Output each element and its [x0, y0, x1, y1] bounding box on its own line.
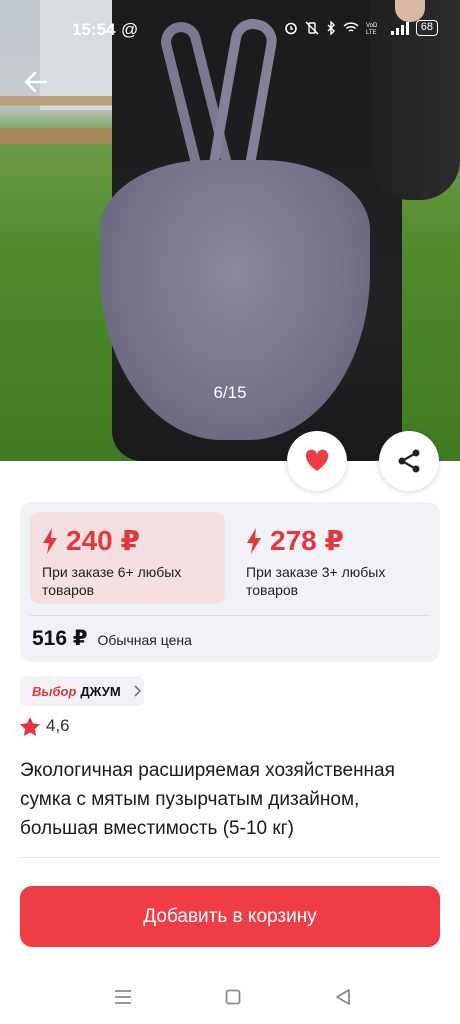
choice-badge[interactable]: Выбор ДЖУМ — [20, 676, 144, 706]
svg-text:LTE: LTE — [366, 30, 377, 35]
nav-back-button[interactable] — [328, 984, 358, 1010]
tier-price: 240 ₽ — [42, 524, 213, 557]
product-title: Экологичная расширяемая хозяйственная су… — [20, 760, 395, 839]
status-icons: VoD LTE 68 — [284, 20, 438, 36]
alarm-icon — [284, 22, 297, 35]
regular-price-value: 516 ₽ — [32, 627, 88, 650]
signal-icon — [390, 21, 409, 35]
system-nav-bar — [0, 970, 460, 1024]
heart-icon — [305, 449, 329, 471]
home-square-icon — [225, 989, 241, 1005]
regular-price: 516 ₽ Обычная цена — [32, 626, 192, 651]
lightning-icon — [43, 527, 57, 554]
tier-price-value: 278 ₽ — [270, 525, 344, 556]
add-to-cart-button[interactable]: Добавить в корзину — [20, 886, 440, 947]
svg-text:VoD: VoD — [366, 23, 378, 29]
badge-brand-text: ДЖУМ — [80, 683, 121, 699]
status-at-icon: @ — [121, 20, 139, 39]
back-arrow-icon — [24, 71, 48, 93]
product-page: 15:54 @ VoD LTE 68 6/15 240 ₽ При заказе … — [0, 0, 460, 1024]
menu-icon — [115, 990, 131, 1004]
tier-price-value: 240 ₽ — [66, 525, 140, 556]
volte-icon: VoDLTE — [366, 23, 378, 35]
star-icon — [20, 716, 40, 736]
rating[interactable]: 4,6 — [20, 716, 70, 736]
badge-choice-text: Выбор — [32, 683, 77, 699]
nav-home-button[interactable] — [218, 984, 248, 1010]
back-triangle-icon — [336, 989, 350, 1005]
rating-value: 4,6 — [46, 716, 70, 735]
back-button[interactable] — [20, 66, 52, 98]
bluetooth-icon — [327, 21, 335, 35]
lightning-icon — [247, 527, 261, 554]
tier-description: При заказе 3+ любых товаров — [246, 564, 386, 598]
chevron-right-icon — [134, 685, 141, 697]
favorite-button[interactable] — [287, 431, 347, 491]
price-tier-3plus[interactable]: 278 ₽ При заказе 3+ любых товаров — [234, 512, 430, 604]
price-tier-6plus[interactable]: 240 ₽ При заказе 6+ любых товаров — [30, 512, 225, 604]
price-card: 240 ₽ При заказе 6+ любых товаров 278 ₽ … — [20, 502, 440, 662]
tier-description: При заказе 6+ любых товаров — [42, 564, 182, 598]
status-time: 15:54 — [72, 20, 116, 39]
wifi-icon — [343, 22, 359, 32]
share-icon — [398, 449, 420, 473]
status-bar: 15:54 @ VoD LTE 68 — [0, 0, 460, 60]
vibrate-off-icon — [305, 21, 319, 35]
tier-price: 278 ₽ — [246, 524, 418, 557]
nav-recent-button[interactable] — [108, 984, 138, 1010]
price-divider — [30, 615, 430, 616]
regular-price-label: Обычная цена — [97, 632, 192, 648]
photo-background-bench — [0, 96, 118, 176]
gallery-counter: 6/15 — [213, 383, 247, 402]
section-divider — [20, 857, 440, 858]
battery-icon: 68 — [415, 20, 438, 36]
share-button[interactable] — [379, 431, 439, 491]
